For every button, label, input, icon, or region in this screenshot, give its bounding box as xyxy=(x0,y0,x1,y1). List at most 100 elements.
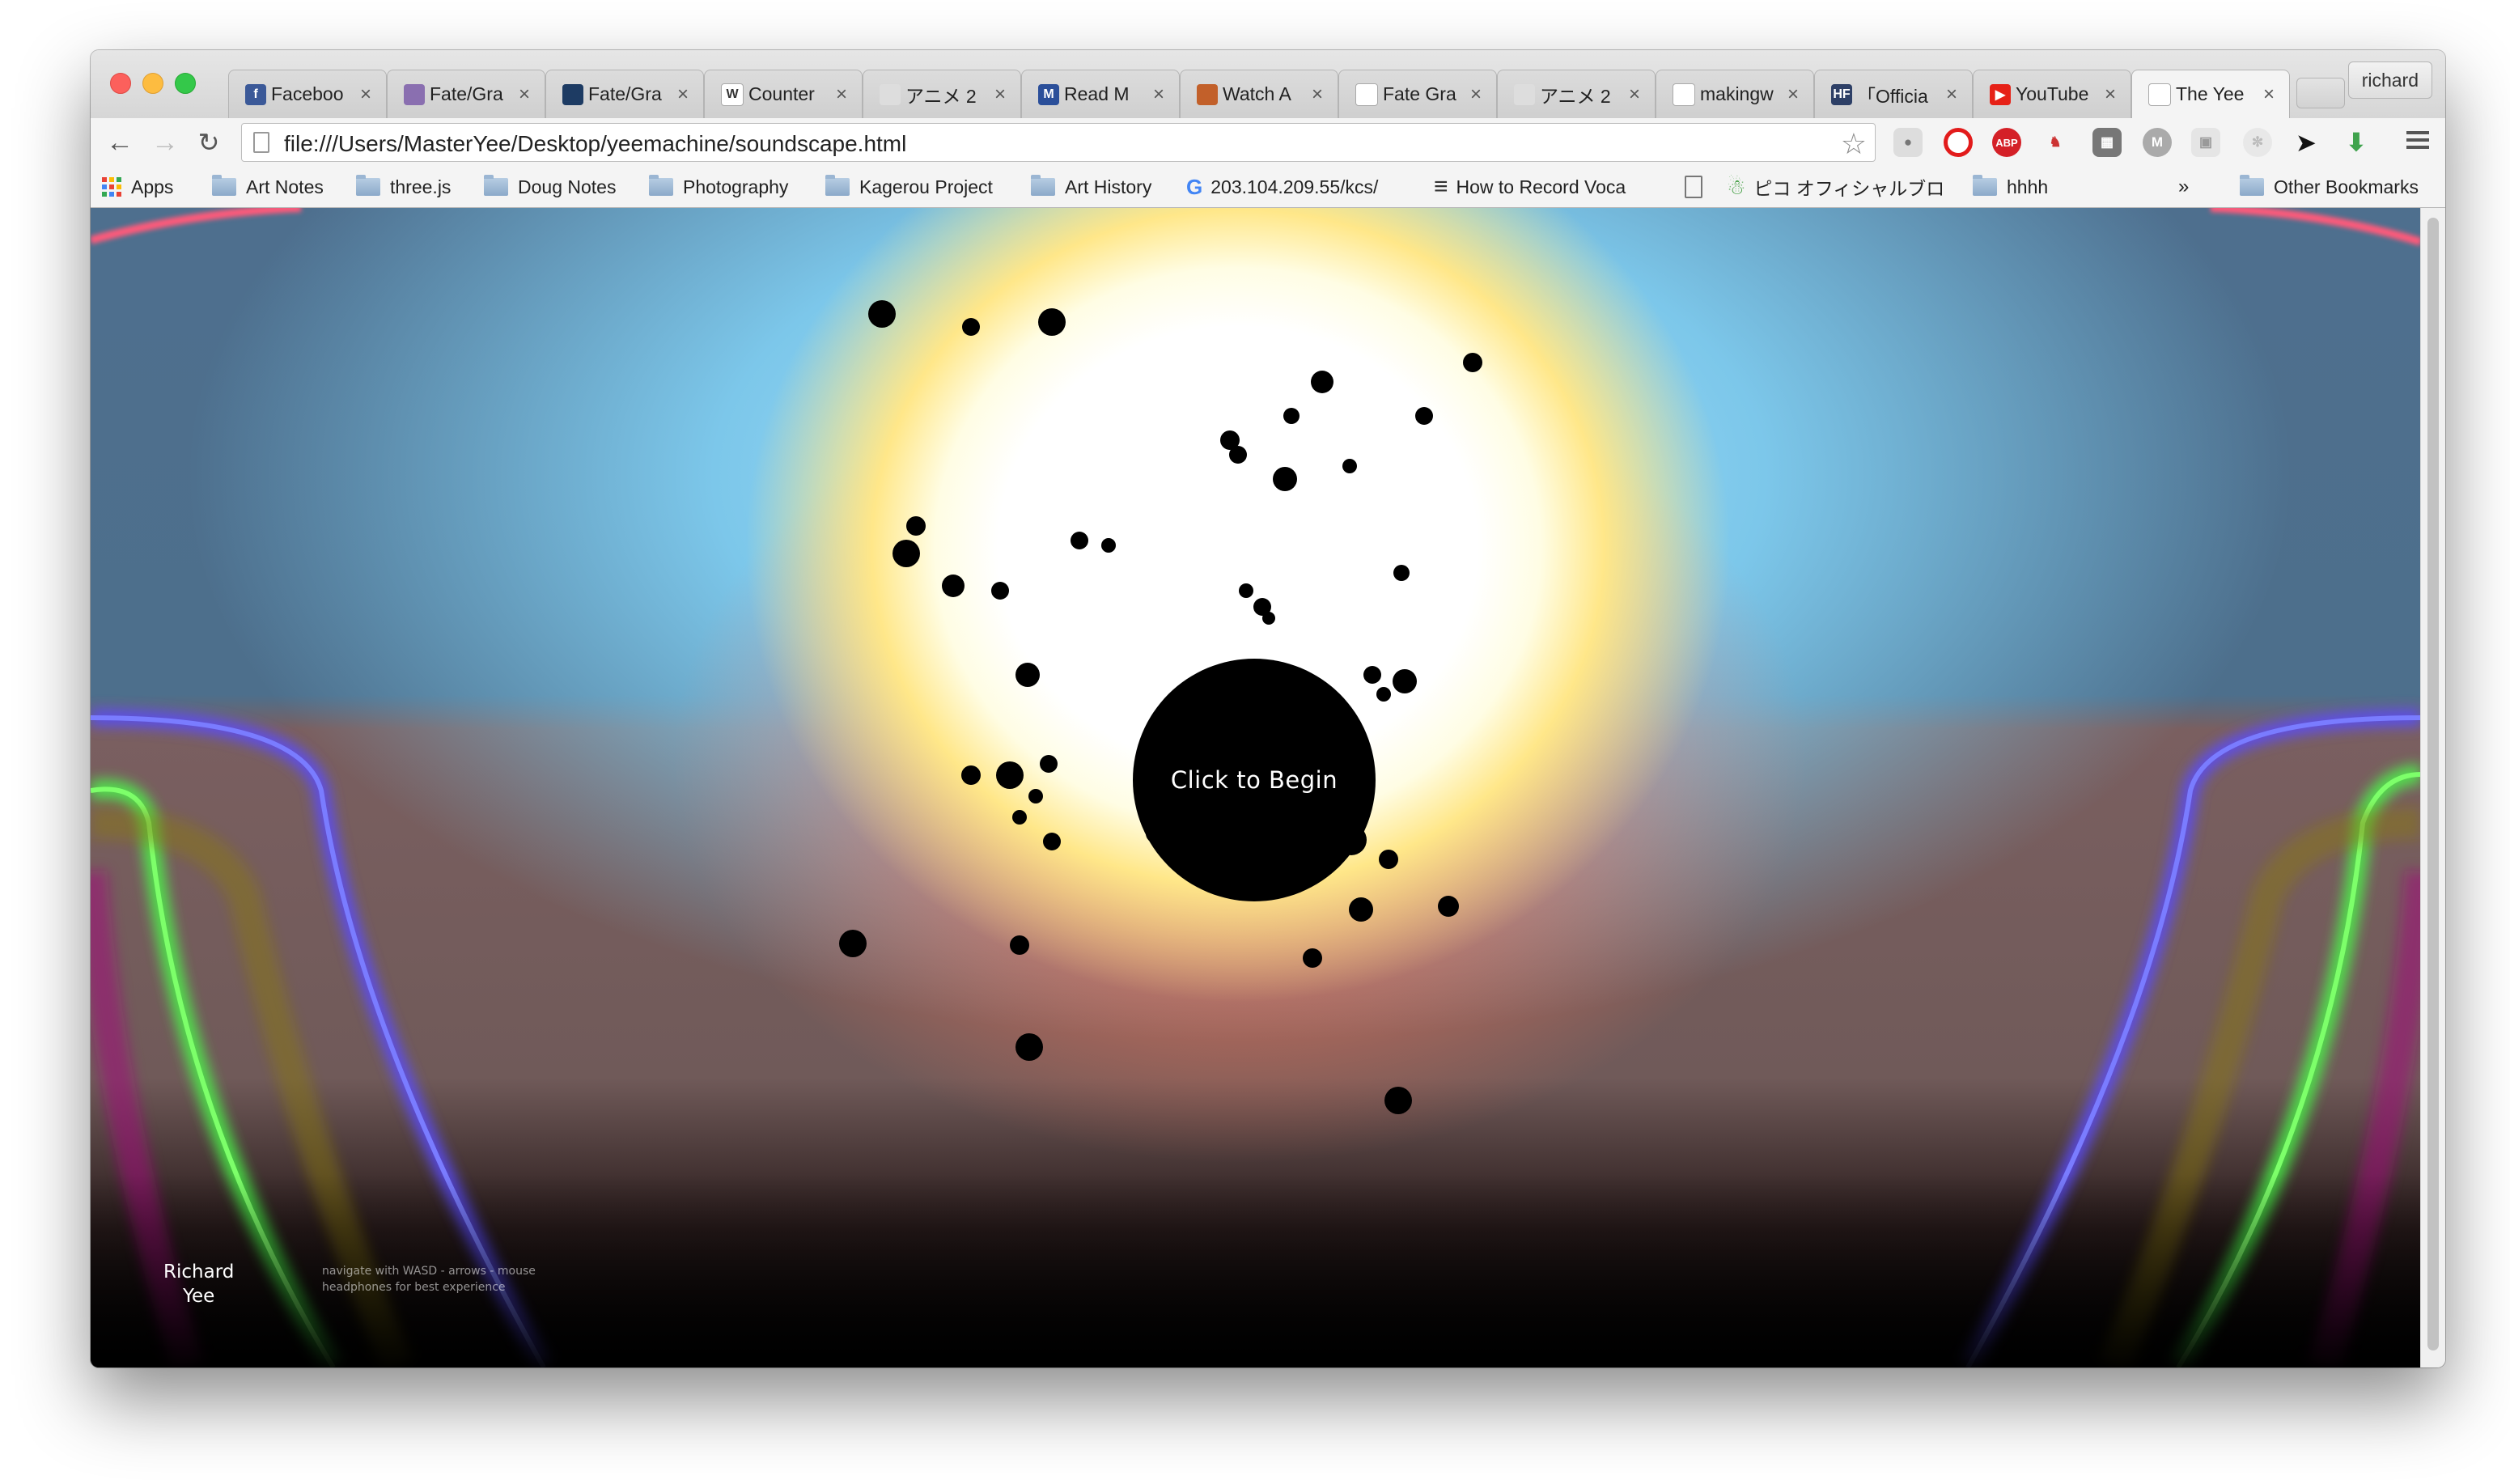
soundscape-canvas[interactable]: Click to Begin Richard Yee navigate with… xyxy=(91,208,2421,1367)
close-tab-icon[interactable]: × xyxy=(836,83,847,106)
browser-tab[interactable]: アニメ 2 × xyxy=(863,70,1021,118)
folder-icon xyxy=(356,175,380,196)
adblock-plus-icon[interactable]: ABP xyxy=(1992,128,2021,157)
bookmark-item[interactable]: ☃ ピコ オフィシャルブロ xyxy=(1727,174,1944,200)
bookmark-item[interactable]: » xyxy=(2178,175,2189,199)
forward-arrow-icon[interactable]: → xyxy=(149,126,181,159)
close-tab-icon[interactable]: × xyxy=(1153,83,1164,106)
tab-title: YouTube xyxy=(2016,83,2089,104)
sound-orb xyxy=(839,930,867,957)
browser-tab[interactable]: Watch A × xyxy=(1180,70,1338,118)
click-to-begin-button[interactable]: Click to Begin xyxy=(1133,659,1376,901)
reload-icon[interactable]: ↻ xyxy=(193,126,225,159)
menu-icon[interactable] xyxy=(2406,131,2429,153)
browser-tab[interactable]: Fate/Gra × xyxy=(387,70,545,118)
sound-orb xyxy=(1393,565,1410,581)
android-icon: ☃ xyxy=(1727,174,1746,199)
close-tab-icon[interactable]: × xyxy=(519,83,530,106)
bookmark-item[interactable]: Kagerou Project xyxy=(825,175,993,199)
bookmark-label: » xyxy=(2178,176,2190,197)
bookmark-item[interactable]: ≡ How to Record Voca xyxy=(1434,173,1626,200)
bookmark-item[interactable]: Apps xyxy=(102,175,173,199)
sound-orb xyxy=(868,300,896,328)
sound-orb xyxy=(1043,833,1061,850)
tab-title: The Yee xyxy=(2176,83,2245,104)
author-first-name: Richard xyxy=(163,1261,235,1283)
bookmark-item[interactable]: G 203.104.209.55/kcs/ xyxy=(1186,175,1378,199)
extension-bird-icon[interactable]: ➤ xyxy=(2292,128,2321,157)
bookmark-item[interactable]: Photography xyxy=(649,175,788,199)
close-tab-icon[interactable]: × xyxy=(2105,83,2116,106)
download-arrow-icon[interactable]: ⬇ xyxy=(2342,128,2371,157)
sound-orb xyxy=(1239,583,1253,598)
browser-tab[interactable]: W Counter × xyxy=(704,70,863,118)
opera-extension-icon[interactable] xyxy=(1944,128,1973,157)
back-arrow-icon[interactable]: ← xyxy=(104,126,136,159)
tabs: f Faceboo × Fate/Gra × Fate/Gra × W Counter × アニメ … xyxy=(228,70,2290,118)
bookmark-item[interactable]: Art Notes xyxy=(212,175,324,199)
sound-orb xyxy=(1015,663,1040,687)
sound-orb xyxy=(1349,897,1373,922)
red-beam-left xyxy=(91,208,302,244)
browser-tab[interactable]: M Read M × xyxy=(1021,70,1180,118)
bookmark-star-icon[interactable]: ☆ xyxy=(1841,127,1867,161)
browser-tab[interactable]: The Yee × xyxy=(2131,70,2290,118)
close-tab-icon[interactable]: × xyxy=(360,83,371,106)
minimize-window-button[interactable] xyxy=(142,73,163,94)
sound-orb xyxy=(1376,687,1391,702)
tab-title: アニメ 2 xyxy=(1540,85,1611,107)
manga-icon: M xyxy=(1038,83,1059,105)
url-text: file:///Users/MasterYee/Desktop/yeemachi… xyxy=(284,131,907,156)
headphones-hint: headphones for best experience xyxy=(322,1281,506,1294)
scrollbar-thumb[interactable] xyxy=(2427,218,2439,1350)
bookmark-item[interactable]: three.js xyxy=(356,175,451,199)
bookmark-item[interactable]: hhhh xyxy=(1973,175,2048,199)
browser-tab[interactable]: アニメ 2 × xyxy=(1497,70,1656,118)
browser-tab[interactable]: Fate/Gra × xyxy=(545,70,704,118)
close-tab-icon[interactable]: × xyxy=(1946,83,1957,106)
bookmark-label: hhhh xyxy=(2007,176,2049,197)
profile-button[interactable]: richard xyxy=(2347,61,2432,99)
extension-m-icon[interactable]: M xyxy=(2143,128,2172,157)
bookmark-item[interactable]: Art History xyxy=(1031,175,1151,199)
extension-box-icon[interactable]: ▦ xyxy=(2092,128,2122,157)
close-tab-icon[interactable]: × xyxy=(1787,83,1799,106)
tab-title: アニメ 2 xyxy=(905,85,977,107)
close-tab-icon[interactable]: × xyxy=(994,83,1006,106)
browser-tab[interactable]: ▶ YouTube × xyxy=(1973,70,2131,118)
tab-title: Counter xyxy=(748,83,815,104)
bookmark-label: Other Bookmarks xyxy=(2274,176,2419,197)
close-window-button[interactable] xyxy=(110,73,131,94)
controls-hint: navigate with WASD - arrows - mouse head… xyxy=(322,1263,536,1295)
close-tab-icon[interactable]: × xyxy=(1312,83,1323,106)
close-tab-icon[interactable]: × xyxy=(677,83,689,106)
browser-tab[interactable]: f Faceboo × xyxy=(228,70,387,118)
tab-strip: f Faceboo × Fate/Gra × Fate/Gra × W Counter × アニメ … xyxy=(91,50,2445,118)
extension-figure-icon[interactable]: ♞ xyxy=(2041,128,2070,157)
wikipedia-icon: W xyxy=(721,83,744,106)
maximize-window-button[interactable] xyxy=(175,73,196,94)
extension-tv-icon[interactable]: ▣ xyxy=(2191,128,2220,157)
sound-orb xyxy=(962,318,980,336)
extension-swirl-icon[interactable]: ✼ xyxy=(2243,128,2272,157)
folder-icon xyxy=(484,175,508,196)
bookmark-item[interactable]: Doug Notes xyxy=(484,175,616,199)
bookmark-item[interactable] xyxy=(1685,175,1702,199)
extension-ghost-icon[interactable]: ● xyxy=(1893,128,1923,157)
sound-orb xyxy=(892,540,920,567)
bookmark-label: Photography xyxy=(683,176,789,197)
close-tab-icon[interactable]: × xyxy=(1470,83,1482,106)
vertical-scrollbar[interactable] xyxy=(2420,208,2445,1367)
new-tab-button[interactable] xyxy=(2296,78,2345,108)
close-tab-icon[interactable]: × xyxy=(1629,83,1640,106)
browser-tab[interactable]: makingw × xyxy=(1656,70,1814,118)
fate-icon xyxy=(404,83,425,105)
sound-orb xyxy=(1415,407,1433,425)
page-icon xyxy=(253,132,269,153)
browser-tab[interactable]: Fate Gra × xyxy=(1338,70,1497,118)
address-bar[interactable]: file:///Users/MasterYee/Desktop/yeemachi… xyxy=(241,123,1876,162)
close-tab-icon[interactable]: × xyxy=(2263,83,2275,106)
browser-tab[interactable]: HF 「Officia × xyxy=(1814,70,1973,118)
bookmark-item[interactable]: Other Bookmarks xyxy=(2240,175,2419,199)
sound-orb xyxy=(1463,353,1482,372)
